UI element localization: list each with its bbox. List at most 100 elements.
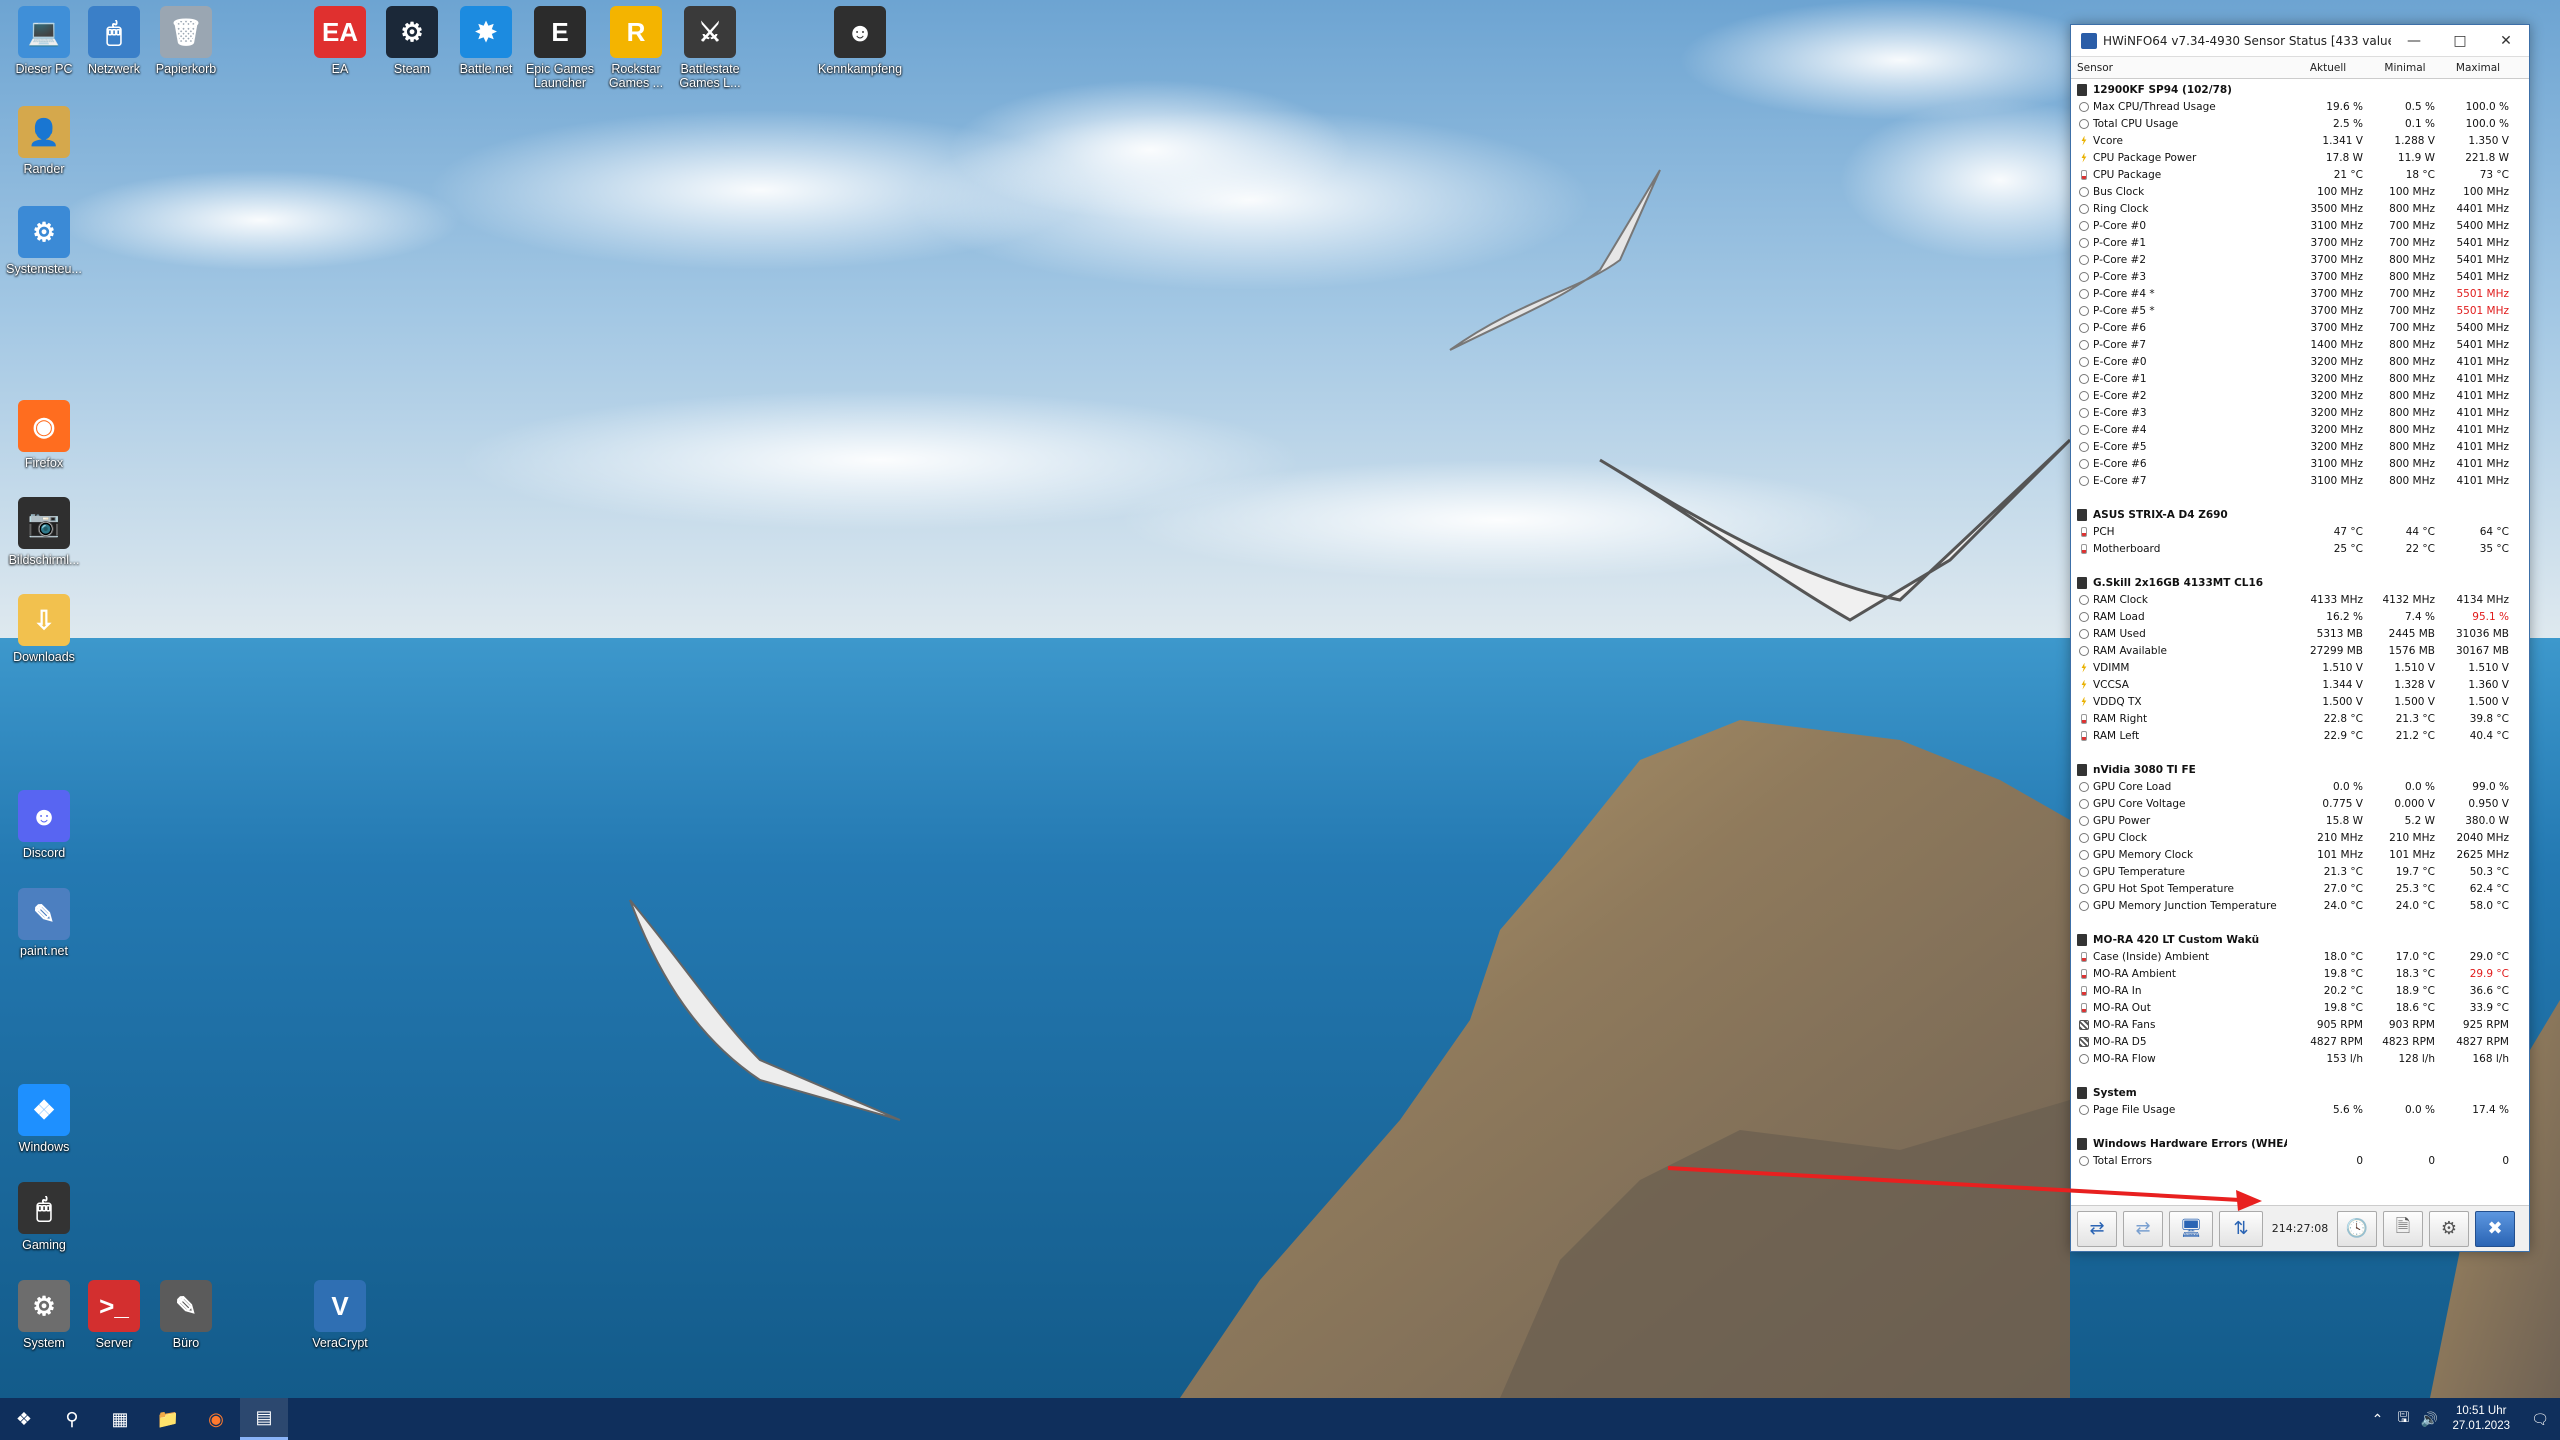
sensor-row[interactable]: CPU Package 21 °C 18 °C 73 °C [2071,166,2529,183]
logging-icon[interactable]: 🗎 [2383,1210,2423,1247]
desktop-shortcut[interactable]: ⚙ Systemsteu... [2,206,86,276]
sensor-row[interactable]: GPU Core Load 0.0 % 0.0 % 99.0 % [2071,778,2529,795]
sensor-row[interactable]: Bus Clock 100 MHz 100 MHz 100 MHz [2071,183,2529,200]
sensor-row[interactable]: GPU Memory Junction Temperature 24.0 °C 24… [2071,897,2529,914]
sensor-row[interactable]: GPU Power 15.8 W 5.2 W 380.0 W [2071,812,2529,829]
hwinfo-window[interactable]: HWiNFO64 v7.34-4930 Sensor Status [433 v… [2070,24,2530,1252]
column-sensor[interactable]: Sensor [2077,62,2287,74]
desktop-shortcut[interactable]: R Rockstar Games ... [594,6,678,90]
sensor-row[interactable]: E-Core #7 3100 MHz 800 MHz 4101 MHz [2071,472,2529,489]
sensor-row[interactable]: P-Core #4 * 3700 MHz 700 MHz 5501 MHz [2071,285,2529,302]
sensor-row[interactable]: Total CPU Usage 2.5 % 0.1 % 100.0 % [2071,115,2529,132]
sensor-row[interactable]: VDIMM 1.510 V 1.510 V 1.510 V [2071,659,2529,676]
sensor-row[interactable]: E-Core #4 3200 MHz 800 MHz 4101 MHz [2071,421,2529,438]
sensor-list[interactable]: 12900KF SP94 (102/78) Max CPU/Thread Usag… [2071,79,2529,1205]
sensor-group-header[interactable]: 12900KF SP94 (102/78) [2071,81,2529,98]
desktop-shortcut[interactable]: ❖ Windows [2,1084,86,1154]
desktop-shortcut[interactable]: ☻ Discord [2,790,86,860]
sensor-row[interactable]: P-Core #3 3700 MHz 800 MHz 5401 MHz [2071,268,2529,285]
sensor-row[interactable]: RAM Right 22.8 °C 21.3 °C 39.8 °C [2071,710,2529,727]
desktop-shortcut[interactable]: ✸ Battle.net [444,6,528,76]
sensor-row[interactable]: MO-RA D5 4827 RPM 4823 RPM 4827 RPM [2071,1033,2529,1050]
sensor-row[interactable]: E-Core #2 3200 MHz 800 MHz 4101 MHz [2071,387,2529,404]
sensor-row[interactable]: GPU Memory Clock 101 MHz 101 MHz 2625 MHz [2071,846,2529,863]
desktop-shortcut[interactable]: ☻ Kennkampfeng [818,6,902,76]
sensor-row[interactable]: P-Core #1 3700 MHz 700 MHz 5401 MHz [2071,234,2529,251]
desktop-shortcut[interactable]: ⇩ Downloads [2,594,86,664]
close-sensors-button[interactable]: ✖ [2475,1210,2515,1247]
sensor-row[interactable]: RAM Used 5313 MB 2445 MB 31036 MB [2071,625,2529,642]
navigate-left-icon[interactable]: ⇄ [2077,1210,2117,1247]
notification-center-icon[interactable]: 🗨 [2520,1411,2560,1428]
sensor-group-header[interactable]: ASUS STRIX-A D4 Z690 [2071,506,2529,523]
column-current[interactable]: Aktuell [2287,62,2369,74]
desktop-shortcut[interactable]: 👤 Rander [2,106,86,176]
sensor-group-header[interactable]: nVidia 3080 TI FE [2071,761,2529,778]
sensor-row[interactable]: GPU Hot Spot Temperature 27.0 °C 25.3 °C 62… [2071,880,2529,897]
search-icon[interactable]: ⚲ [48,1398,96,1440]
sensor-group-header[interactable]: Windows Hardware Errors (WHEA) [2071,1135,2529,1152]
sensor-row[interactable]: Total Errors 0 0 0 [2071,1152,2529,1169]
sensor-row[interactable]: Motherboard 25 °C 22 °C 35 °C [2071,540,2529,557]
sensor-row[interactable]: GPU Clock 210 MHz 210 MHz 2040 MHz [2071,829,2529,846]
sensor-row[interactable]: E-Core #5 3200 MHz 800 MHz 4101 MHz [2071,438,2529,455]
sensor-row[interactable]: MO-RA Fans 905 RPM 903 RPM 925 RPM [2071,1016,2529,1033]
volume-icon[interactable]: 🔊 [2416,1411,2442,1428]
desktop-shortcut[interactable]: ⚙ Steam [370,6,454,76]
sensor-row[interactable]: GPU Temperature 21.3 °C 19.7 °C 50.3 °C [2071,863,2529,880]
sensor-row[interactable]: CPU Package Power 17.8 W 11.9 W 221.8 W [2071,149,2529,166]
maximize-button[interactable]: □ [2437,25,2483,57]
column-min[interactable]: Minimal [2369,62,2441,74]
hwinfo-title-bar[interactable]: HWiNFO64 v7.34-4930 Sensor Status [433 v… [2071,25,2529,57]
sensor-row[interactable]: MO-RA In 20.2 °C 18.9 °C 36.6 °C [2071,982,2529,999]
sensor-row[interactable]: P-Core #2 3700 MHz 800 MHz 5401 MHz [2071,251,2529,268]
desktop-shortcut[interactable]: ◉ Firefox [2,400,86,470]
sensor-row[interactable]: MO-RA Out 19.8 °C 18.6 °C 33.9 °C [2071,999,2529,1016]
switch-layout-icon[interactable]: ⇅ [2219,1210,2263,1247]
desktop-shortcut[interactable]: E Epic Games Launcher [518,6,602,90]
sensor-row[interactable]: P-Core #0 3100 MHz 700 MHz 5400 MHz [2071,217,2529,234]
desktop-shortcut[interactable]: 🖱 Gaming [2,1182,86,1252]
sensor-group-header[interactable]: G.Skill 2x16GB 4133MT CL16 [2071,574,2529,591]
sensor-row[interactable]: E-Core #1 3200 MHz 800 MHz 4101 MHz [2071,370,2529,387]
sensor-row[interactable]: GPU Core Voltage 0.775 V 0.000 V 0.950 V [2071,795,2529,812]
sensor-row[interactable]: PCH 47 °C 44 °C 64 °C [2071,523,2529,540]
sensor-group-header[interactable]: System [2071,1084,2529,1101]
desktop-shortcut[interactable]: ✎ Büro [144,1280,228,1350]
firefox-icon[interactable]: ◉ [192,1398,240,1440]
close-window-button[interactable]: ✕ [2483,25,2529,57]
navigate-right-icon[interactable]: ⇄ [2123,1210,2163,1247]
sensor-row[interactable]: Max CPU/Thread Usage 19.6 % 0.5 % 100.0 % [2071,98,2529,115]
sensor-row[interactable]: E-Core #0 3200 MHz 800 MHz 4101 MHz [2071,353,2529,370]
desktop-shortcut[interactable]: V VeraCrypt [298,1280,382,1350]
minimize-button[interactable]: — [2391,25,2437,57]
clock[interactable]: 10:51 Uhr 27.01.2023 [2442,1404,2520,1434]
sensor-row[interactable]: E-Core #3 3200 MHz 800 MHz 4101 MHz [2071,404,2529,421]
sensor-row[interactable]: RAM Clock 4133 MHz 4132 MHz 4134 MHz [2071,591,2529,608]
hwinfo-icon[interactable]: ▤ [240,1398,288,1440]
network-monitor-icon[interactable]: 🖥 [2169,1210,2213,1247]
desktop-shortcut[interactable]: 🗑 Papierkorb [144,6,228,76]
sensor-row[interactable]: MO-RA Flow 153 l/h 128 l/h 168 l/h [2071,1050,2529,1067]
start-icon[interactable]: ❖ [0,1398,48,1440]
sensor-row[interactable]: Vcore 1.341 V 1.288 V 1.350 V [2071,132,2529,149]
sensor-row[interactable]: Case (Inside) Ambient 18.0 °C 17.0 °C 29.0 … [2071,948,2529,965]
desktop-shortcut[interactable]: 📷 Bildschirml... [2,497,86,567]
column-max[interactable]: Maximal [2441,62,2515,74]
sensor-row[interactable]: RAM Left 22.9 °C 21.2 °C 40.4 °C [2071,727,2529,744]
settings-icon[interactable]: ⚙ [2429,1210,2469,1247]
sensor-row[interactable]: MO-RA Ambient 19.8 °C 18.3 °C 29.9 °C [2071,965,2529,982]
sensor-row[interactable]: Ring Clock 3500 MHz 800 MHz 4401 MHz [2071,200,2529,217]
sensor-row[interactable]: P-Core #7 1400 MHz 800 MHz 5401 MHz [2071,336,2529,353]
desktop-shortcut[interactable]: ✎ paint.net [2,888,86,958]
show-hidden-icons-icon[interactable]: ⌃ [2364,1411,2390,1428]
file-explorer-icon[interactable]: 📁 [144,1398,192,1440]
sensor-row[interactable]: P-Core #5 * 3700 MHz 700 MHz 5501 MHz [2071,302,2529,319]
clock-reset-icon[interactable]: 🕓 [2337,1210,2377,1247]
calculator-icon[interactable]: ▦ [96,1398,144,1440]
sensor-row[interactable]: VCCSA 1.344 V 1.328 V 1.360 V [2071,676,2529,693]
sensor-row[interactable]: E-Core #6 3100 MHz 800 MHz 4101 MHz [2071,455,2529,472]
sensor-row[interactable]: RAM Available 27299 MB 1576 MB 30167 MB [2071,642,2529,659]
desktop-shortcut[interactable]: ⚔ Battlestate Games L... [668,6,752,90]
sensor-group-header[interactable]: MO-RA 420 LT Custom Wakü [2071,931,2529,948]
